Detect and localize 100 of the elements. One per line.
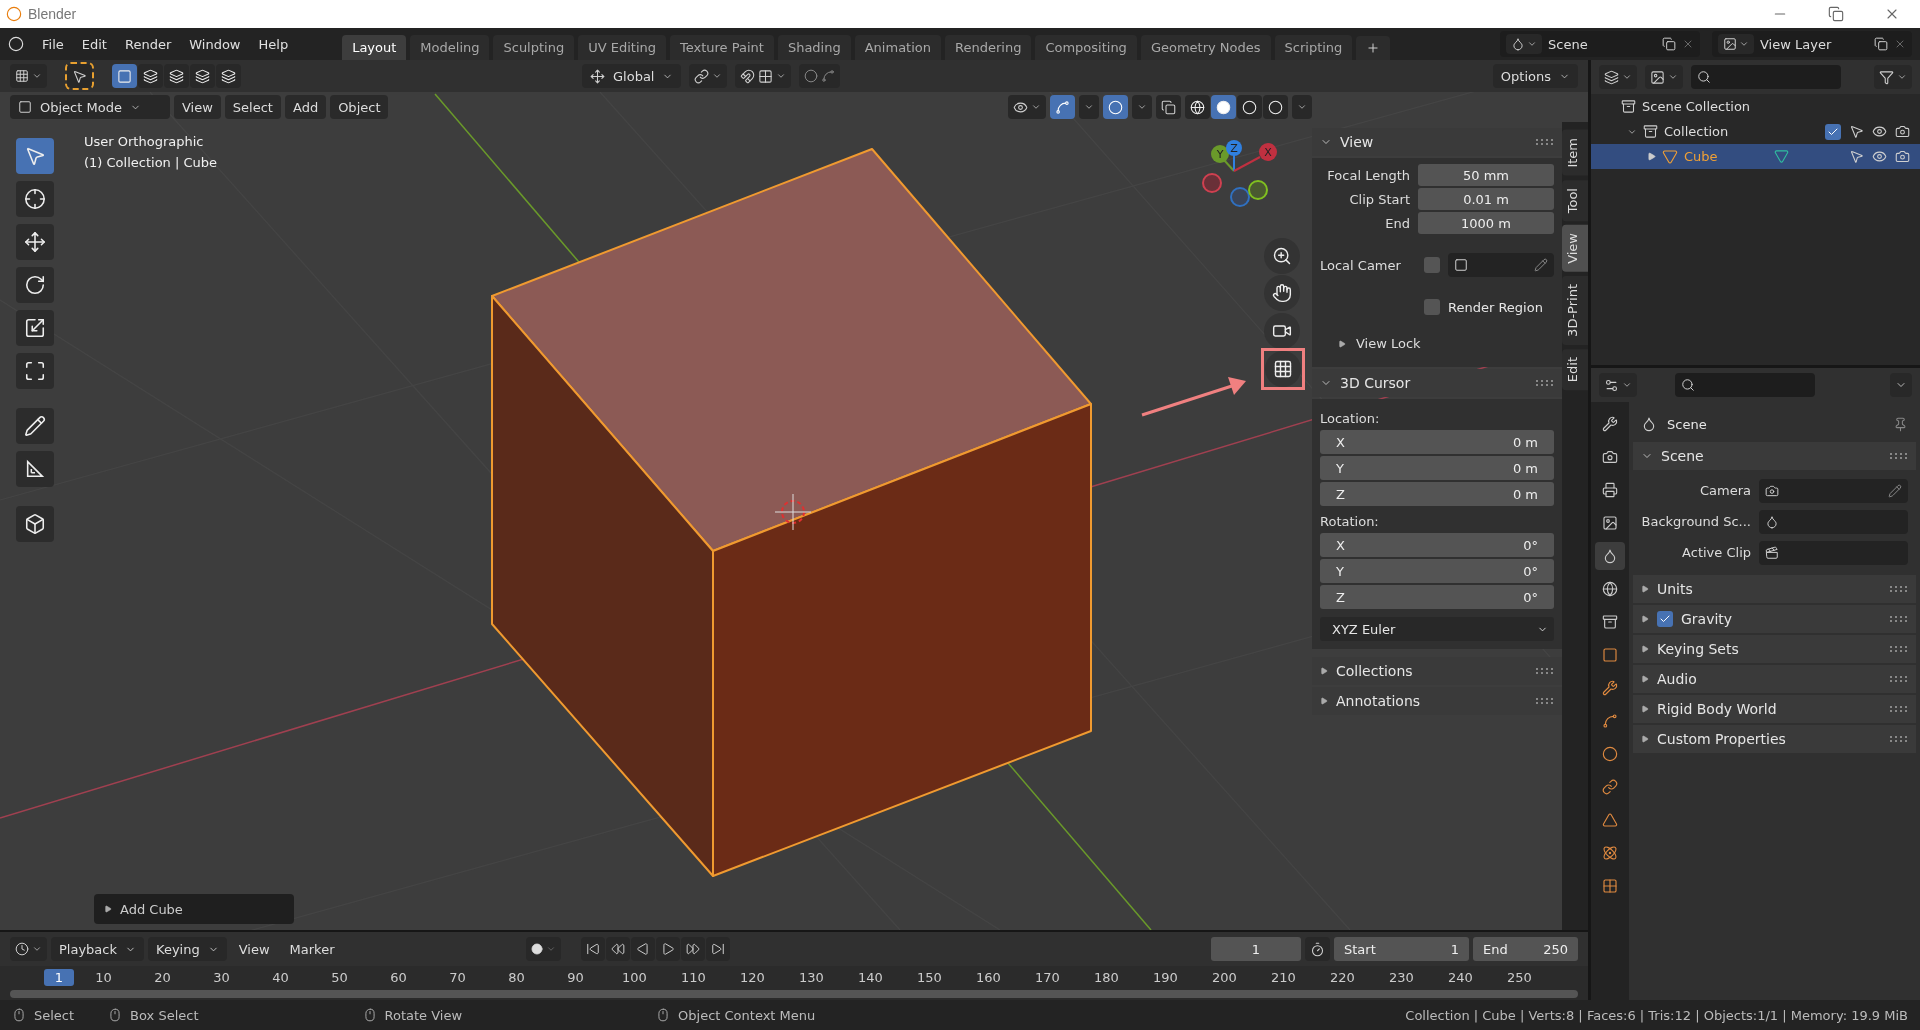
frame-number: 40 xyxy=(271,969,290,985)
viewport-menu[interactable]: Object xyxy=(330,95,389,119)
number-field[interactable]: 50 mm xyxy=(1418,164,1554,186)
frame-number: 220 xyxy=(1329,969,1356,985)
view-name: User Orthographic xyxy=(84,134,204,149)
field-label: Focal Length xyxy=(1326,167,1410,183)
frame-number: 80 xyxy=(507,969,526,985)
frame-number: 30 xyxy=(212,969,231,985)
workspace-tab[interactable]: Animation xyxy=(854,35,941,60)
field-label: Local Camer xyxy=(1320,257,1402,273)
menu-item[interactable]: File xyxy=(34,32,72,56)
frame-number: 130 xyxy=(798,969,825,985)
playhead[interactable]: 1 xyxy=(44,968,74,986)
sidebar-tab[interactable]: Item xyxy=(1562,130,1588,176)
object-info: (1) Collection | Cube xyxy=(84,155,218,170)
frame-number: 70 xyxy=(448,969,467,985)
frame-number: 230 xyxy=(1388,969,1415,985)
workspace-tab[interactable]: UV Editing xyxy=(578,35,666,60)
vector-field[interactable]: X 0° xyxy=(1320,533,1554,557)
view-layer-selector[interactable]: View Layer xyxy=(1712,31,1912,57)
mode-dropdown[interactable]: Object Mode xyxy=(10,95,170,119)
frame-number: 60 xyxy=(389,969,408,985)
sidebar-tab[interactable]: 3D-Print xyxy=(1562,275,1588,345)
number-field[interactable]: 0.01 m xyxy=(1418,188,1554,210)
vector-field[interactable]: Z 0° xyxy=(1320,585,1554,609)
viewport-menu[interactable]: View xyxy=(174,95,221,119)
panel-header[interactable]: Keying Sets xyxy=(1633,635,1916,663)
frame-number: 100 xyxy=(621,969,648,985)
workspace-tab[interactable]: Layout xyxy=(342,35,407,60)
viewport-menu[interactable]: Add xyxy=(284,95,327,119)
viewport-menu[interactable]: Select xyxy=(224,95,281,119)
window-title: Blender xyxy=(28,6,78,22)
start-frame-field[interactable]: Start 1 xyxy=(1334,937,1469,961)
frame-number: 120 xyxy=(739,969,766,985)
panel-header[interactable]: Scene xyxy=(1633,442,1916,470)
workspace-tab[interactable]: Shading xyxy=(777,35,851,60)
frame-number: 170 xyxy=(1034,969,1061,985)
frame-number: 110 xyxy=(680,969,707,985)
section-label: Rotation: xyxy=(1320,513,1380,531)
scene-statistics: Collection | Cube | Verts:8 | Faces:6 | Tris:12 | Objects:1/1 | Memory: 19.9 MiB xyxy=(1405,1007,1908,1023)
field-label: Active Clip xyxy=(1681,545,1751,560)
last-operator-panel[interactable]: Add Cube xyxy=(94,894,294,924)
frame-number: 50 xyxy=(330,969,349,985)
workspace-tab[interactable]: Compositing xyxy=(1035,35,1137,60)
frame-number: 140 xyxy=(857,969,884,985)
field-label: Background Sc... xyxy=(1641,514,1751,529)
number-field[interactable]: 1000 m xyxy=(1418,212,1554,234)
frame-number: 20 xyxy=(153,969,172,985)
section-label: Location: xyxy=(1320,410,1381,428)
outliner-item[interactable]: Collection xyxy=(1664,124,1729,139)
panel-header[interactable]: Units xyxy=(1633,575,1916,603)
sidebar-tab[interactable]: View xyxy=(1562,224,1588,272)
workspace-tab[interactable]: Rendering xyxy=(945,35,1032,60)
menu-item[interactable]: Window xyxy=(181,32,249,56)
workspace-tab[interactable]: Scripting xyxy=(1274,35,1353,60)
frame-number: 210 xyxy=(1270,969,1297,985)
sidebar-tab[interactable]: Edit xyxy=(1562,348,1588,390)
vector-field[interactable]: Y 0 m xyxy=(1320,456,1554,480)
panel-header[interactable]: Gravity xyxy=(1633,605,1916,633)
timeline-menu[interactable]: Marker xyxy=(281,937,343,961)
menu-item[interactable]: Help xyxy=(250,32,297,56)
workspace-tab[interactable]: Modeling xyxy=(410,35,490,60)
workspace-tab[interactable]: Texture Paint xyxy=(670,35,774,60)
outliner-item-label: Cube xyxy=(1684,149,1718,164)
outliner-item[interactable]: Scene Collection xyxy=(1642,99,1751,114)
frame-number: 90 xyxy=(566,969,585,985)
workspace-tab[interactable]: Geometry Nodes xyxy=(1140,35,1271,60)
menu-item[interactable]: Edit xyxy=(73,32,115,56)
subpanel-header[interactable]: View Lock xyxy=(1320,328,1554,359)
workspace-tab[interactable]: Sculpting xyxy=(493,35,575,60)
timeline-menu[interactable]: Playback xyxy=(51,937,144,961)
status-hint: Rotate View xyxy=(384,1007,463,1023)
panel-header[interactable]: Custom Properties xyxy=(1633,725,1916,753)
end-frame-field[interactable]: End 250 xyxy=(1473,937,1578,961)
field-label: Camera xyxy=(1698,483,1751,498)
frame-number: 190 xyxy=(1152,969,1179,985)
panel-header[interactable]: Audio xyxy=(1633,665,1916,693)
options-dropdown[interactable]: Options xyxy=(1492,64,1578,88)
frame-number: 200 xyxy=(1211,969,1238,985)
scene-selector[interactable]: Scene xyxy=(1500,31,1700,57)
context-label: Scene xyxy=(1667,416,1707,432)
outliner-row[interactable]: Cube xyxy=(1591,144,1920,169)
frame-number: 150 xyxy=(916,969,943,985)
field-label: Clip Start xyxy=(1348,191,1410,207)
rotation-mode-dropdown[interactable]: XYZ Euler xyxy=(1320,617,1554,641)
frame-number: 240 xyxy=(1447,969,1474,985)
vector-field[interactable]: Y 0° xyxy=(1320,559,1554,583)
sidebar-tab[interactable]: Tool xyxy=(1562,179,1588,221)
vector-field[interactable]: X 0 m xyxy=(1320,430,1554,454)
field-label: End xyxy=(1384,215,1410,231)
orientation-dropdown[interactable]: Global xyxy=(582,64,682,88)
timeline-menu[interactable]: Keying xyxy=(148,937,227,961)
frame-number: 250 xyxy=(1506,969,1533,985)
status-hint: Box Select xyxy=(130,1007,199,1023)
panel-header[interactable]: Rigid Body World xyxy=(1633,695,1916,723)
vector-field[interactable]: Z 0 m xyxy=(1320,482,1554,506)
timeline-menu[interactable]: View xyxy=(230,937,278,961)
menu-item[interactable]: Render xyxy=(116,32,180,56)
status-hint: Object Context Menu xyxy=(678,1007,816,1023)
current-frame-field[interactable]: 1 xyxy=(1211,937,1301,961)
